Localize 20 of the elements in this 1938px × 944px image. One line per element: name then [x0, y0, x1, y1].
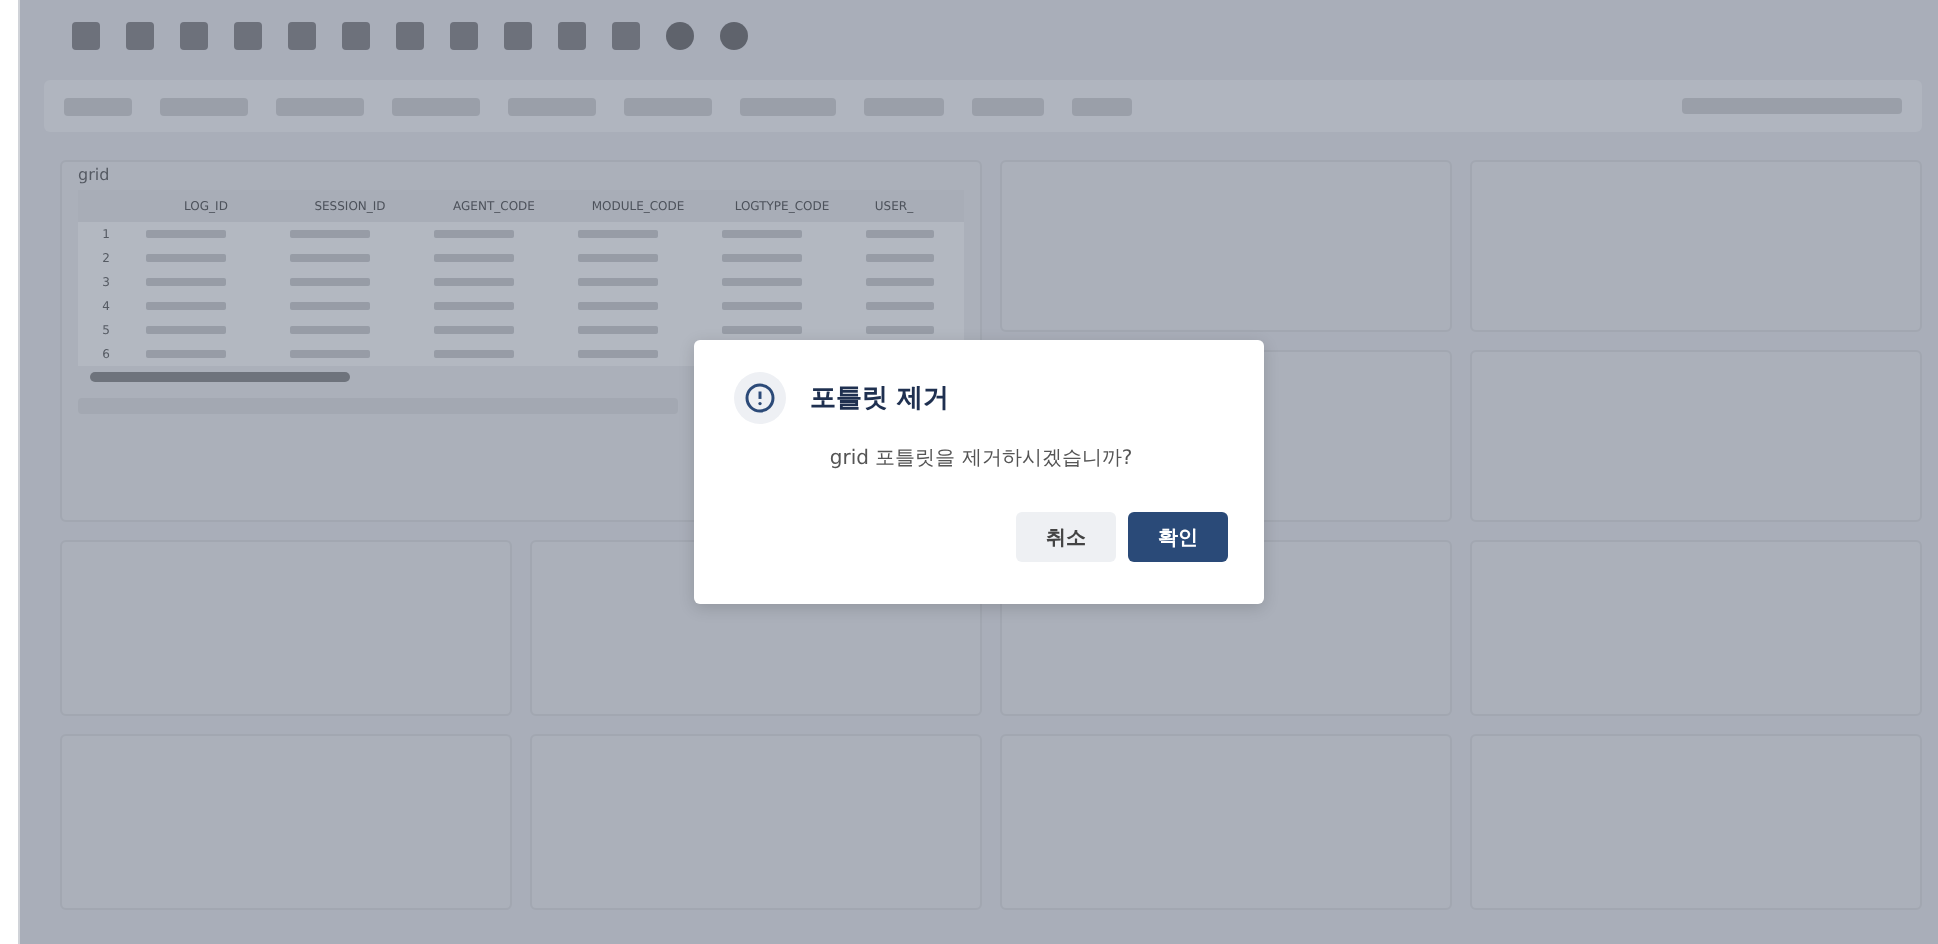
toolbar-icon[interactable] [180, 22, 208, 50]
confirm-button[interactable]: 확인 [1128, 512, 1228, 562]
toolbar-icon[interactable] [558, 22, 586, 50]
toolbar-icon[interactable] [126, 22, 154, 50]
toolbar-icon[interactable] [288, 22, 316, 50]
toolbar-icon[interactable] [234, 22, 262, 50]
toolbar-icon[interactable] [396, 22, 424, 50]
horizontal-scrollbar[interactable] [90, 372, 350, 382]
toolbar-icon[interactable] [612, 22, 640, 50]
toolbar-icon[interactable] [504, 22, 532, 50]
toolbar-icon[interactable] [450, 22, 478, 50]
toolbar-icon[interactable] [72, 22, 100, 50]
cancel-button[interactable]: 취소 [1016, 512, 1116, 562]
dialog-message: grid 포틀릿을 제거하시겠습니까? [827, 446, 1135, 472]
dialog-title: 포틀릿 제거 [810, 382, 950, 416]
portlet-title: grid [78, 164, 112, 188]
toolbar-icon[interactable] [342, 22, 370, 50]
alert-icon [734, 372, 786, 424]
toolbar-icon[interactable] [666, 22, 694, 50]
toolbar-icon[interactable] [720, 22, 748, 50]
